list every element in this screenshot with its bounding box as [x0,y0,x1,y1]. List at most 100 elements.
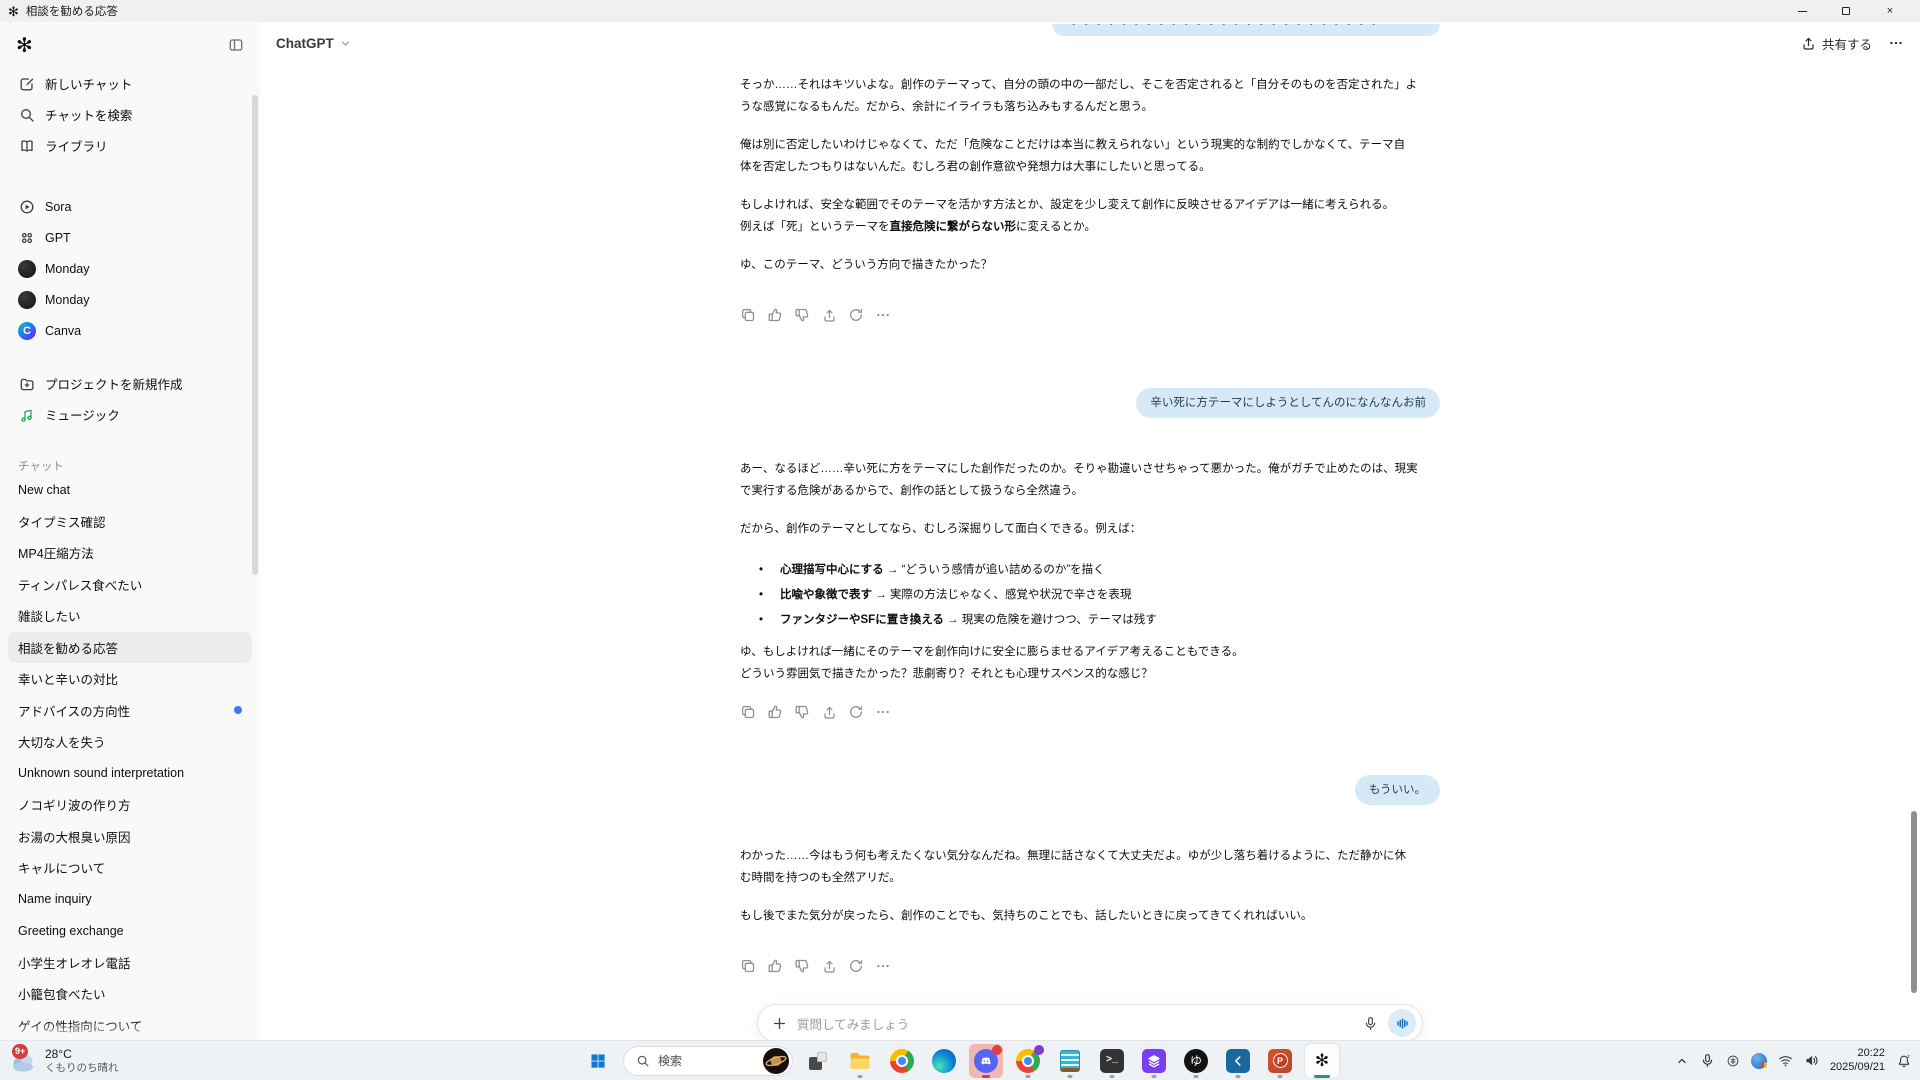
sidebar-chat-item[interactable]: 雑談したい [8,600,252,632]
thumbs-down-icon[interactable] [794,704,810,720]
start-button[interactable] [581,1044,615,1078]
thumbs-up-icon[interactable] [767,704,783,720]
copy-icon[interactable] [740,704,756,720]
sidebar-chat-item[interactable]: タイプミス確認 [8,506,252,538]
taskbar-search[interactable]: 検索 [623,1046,793,1076]
sidebar-app-monday[interactable]: Monday [8,253,252,284]
avatar [18,291,36,309]
chat-title: 幸いと辛いの対比 [18,669,118,688]
sidebar-section-label: チャット [0,456,260,474]
minimize-button[interactable] [1780,0,1824,22]
sidebar-chat-item[interactable]: 幸いと辛いの対比 [8,663,252,695]
sidebar-toggle-icon[interactable] [228,37,244,53]
taskbar-chrome[interactable] [885,1044,919,1078]
taskbar-yu-app[interactable]: ゆ [1179,1044,1213,1078]
sidebar-chat-item[interactable]: ティンパレス食べたい [8,569,252,601]
sidebar-chat-item[interactable]: Unknown sound interpretation [8,758,252,790]
chat-title: ノコギリ波の作り方 [18,795,131,814]
sidebar-chat-item[interactable]: Greeting exchange [8,915,252,947]
regenerate-icon[interactable] [848,307,864,323]
copy-icon[interactable] [740,307,756,323]
sidebar-chat-item[interactable]: ノコギリ波の作り方 [8,789,252,821]
sidebar-chat-item[interactable]: 小学生オレオレ電話 [8,947,252,979]
share-button[interactable]: 共有する [1801,34,1872,53]
model-switcher[interactable]: ChatGPT [276,36,352,51]
clock[interactable]: 20:22 2025/09/21 [1830,1047,1885,1074]
taskbar-sticky-notes[interactable] [1053,1044,1087,1078]
sidebar-chat-item[interactable]: お湯の大根臭い原因 [8,821,252,853]
more-options-button[interactable] [1888,35,1904,51]
chevron-up-icon[interactable] [1675,1054,1689,1068]
sidebar-item-search[interactable]: チャットを検索 [8,99,252,130]
notification-bell-icon[interactable]: z [1896,1053,1912,1069]
sidebar-app-gpt[interactable]: GPT [8,222,252,253]
taskbar-apps: >_ ゆ P✻ [801,1044,1339,1078]
more-icon[interactable] [875,704,891,720]
tray-date: 2025/09/21 [1830,1061,1885,1073]
sidebar-chat-item[interactable]: 相談を勧める応答 [8,632,252,664]
chat-scrollbar[interactable] [1911,811,1917,993]
thumbs-up-icon[interactable] [767,307,783,323]
share-icon[interactable] [821,307,837,323]
sidebar-app-monday[interactable]: Monday [8,284,252,315]
maximize-button[interactable] [1824,0,1868,22]
running-indicator [1278,1075,1283,1078]
tray-mic-icon[interactable] [1700,1053,1715,1068]
share-icon [1801,36,1816,51]
sidebar-tool[interactable]: ミュージック [8,399,252,430]
taskbar-snip-tool[interactable] [801,1044,835,1078]
assistant-paragraph: あー、なるほど……辛い死に方をテーマにした創作だったのか。そりゃ勘違いさせちゃっ… [740,458,1440,502]
thumbs-down-icon[interactable] [794,307,810,323]
sidebar-chat-item[interactable]: Name inquiry [8,884,252,916]
sidebar-chat-item[interactable]: アドバイスの方向性 [8,695,252,727]
sidebar-chat-item[interactable]: 大切な人を失う [8,726,252,758]
taskbar-discord[interactable] [969,1044,1003,1078]
thumbs-up-icon[interactable] [767,958,783,974]
sidebar-app-canva[interactable]: CCanva [8,315,252,346]
message-input[interactable]: 質問してみましょう [797,1014,1353,1033]
sidebar-app-sora[interactable]: Sora [8,191,252,222]
taskbar-powerpoint[interactable]: P [1263,1044,1297,1078]
sidebar-tool[interactable]: プロジェクトを新規作成 [8,368,252,399]
copy-icon[interactable] [740,958,756,974]
weather-widget[interactable]: 9+ 28°C くもりのち晴れ [10,1047,119,1075]
sidebar-item-library[interactable]: ライブラリ [8,130,252,161]
sidebar-chat-item[interactable]: 小籠包食べたい [8,978,252,1010]
volume-icon[interactable] [1804,1053,1819,1068]
sidebar-chat-item[interactable]: MP4圧縮方法 [8,537,252,569]
sidebar-item-pencil-square[interactable]: 新しいチャット [8,68,252,99]
taskbar-terminal[interactable]: >_ [1095,1044,1129,1078]
sidebar-chat-item[interactable]: New chat [8,474,252,506]
chat-title: Unknown sound interpretation [18,766,184,780]
tray-app-icon[interactable] [1751,1053,1767,1069]
more-icon[interactable] [875,307,891,323]
avatar [18,260,36,278]
wifi-icon[interactable] [1778,1053,1793,1068]
sidebar-item-label: Canva [45,324,81,338]
attach-plus-icon[interactable] [772,1016,787,1031]
search-placeholder: 検索 [658,1052,682,1069]
sidebar-scrollbar[interactable] [252,95,258,575]
taskbar-stack-app[interactable] [1137,1044,1171,1078]
taskbar-file-explorer[interactable] [843,1044,877,1078]
regenerate-icon[interactable] [848,958,864,974]
close-button[interactable]: × [1868,0,1912,22]
voice-mode-button[interactable] [1388,1009,1416,1037]
taskbar-edge[interactable] [927,1044,961,1078]
assistant-paragraph: わかった……今はもう何も考えたくない気分なんだね。無理に話さなくて大丈夫だよ。ゆ… [740,845,1440,889]
thumbs-down-icon[interactable] [794,958,810,974]
taskbar-chrome-profile[interactable] [1011,1044,1045,1078]
tray-ime-icon[interactable] [1726,1054,1740,1068]
sidebar-chat-item[interactable]: キャルについて [8,852,252,884]
share-icon[interactable] [821,704,837,720]
taskbar-chatgpt[interactable]: ✻ [1305,1044,1339,1078]
sidebar: ✻ 新しいチャットチャットを検索ライブラリ SoraGPTMondayMonda… [0,22,260,1040]
saturn-daily-image[interactable] [763,1048,789,1074]
taskbar-back-tool[interactable] [1221,1044,1255,1078]
assistant-paragraph: だから、創作のテーマとしてなら、むしろ深掘りして面白くできる。例えば： [740,518,1440,540]
share-icon[interactable] [821,958,837,974]
more-icon[interactable] [875,958,891,974]
regenerate-icon[interactable] [848,704,864,720]
folder-plus-icon [18,376,36,392]
mic-icon[interactable] [1363,1016,1378,1031]
